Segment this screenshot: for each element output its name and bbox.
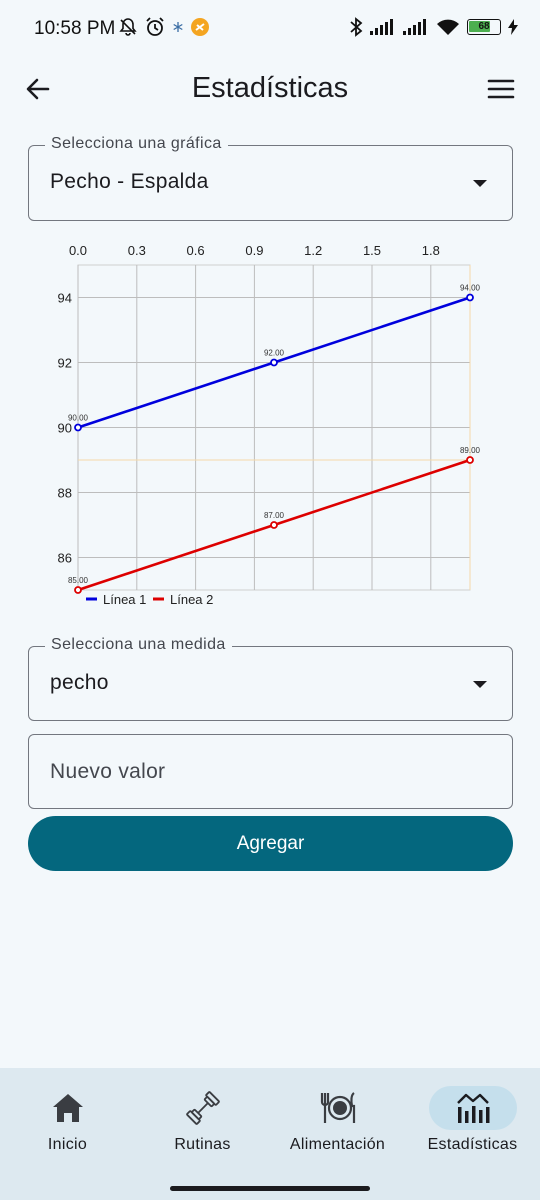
battery-icon: 68 — [467, 19, 501, 35]
x-tick-label: 0.3 — [128, 243, 146, 258]
status-left-icons — [118, 16, 210, 38]
data-label: 89.00 — [460, 446, 481, 455]
menu-button[interactable] — [486, 76, 516, 102]
alarm-icon — [146, 17, 164, 36]
home-indicator[interactable] — [170, 1186, 370, 1191]
data-label: 92.00 — [264, 349, 285, 358]
nav-item-estadisticas[interactable]: Estadísticas — [405, 1068, 540, 1168]
y-tick-label: 92 — [58, 356, 72, 371]
app-bar: Estadísticas — [0, 60, 540, 120]
nav-label-alimentacion: Alimentación — [289, 1136, 386, 1153]
nav-item-inicio[interactable]: Inicio — [0, 1068, 135, 1168]
nav-label-rutinas: Rutinas — [174, 1136, 231, 1153]
charging-icon — [508, 19, 518, 35]
stats-icon — [428, 1086, 517, 1130]
data-point — [270, 358, 278, 367]
x-tick-label: 1.5 — [363, 243, 381, 258]
plate-icon — [294, 1086, 382, 1130]
app-badge-icon — [191, 18, 209, 36]
y-tick-label: 86 — [58, 551, 72, 566]
status-right-icons: 68 — [349, 16, 518, 38]
nav-item-alimentacion[interactable]: Alimentación — [270, 1068, 405, 1168]
wifi-icon — [437, 19, 459, 35]
chart-select[interactable]: Selecciona una gráfica Pecho - Espalda — [28, 135, 513, 221]
y-tick-label: 94 — [58, 291, 72, 306]
x-tick-label: 0.9 — [245, 243, 263, 258]
x-tick-label: 1.8 — [422, 243, 440, 258]
data-point — [74, 423, 82, 432]
bluetooth-icon — [350, 17, 363, 37]
y-tick-label: 88 — [58, 486, 72, 501]
bottom-navigation: Inicio Rutinas Alimentación Estadísticas — [0, 1068, 540, 1200]
data-label: 90.00 — [68, 414, 89, 423]
data-point — [74, 586, 82, 594]
line-chart: 0.0 0.3 0.6 0.9 1.2 1.5 1.8 86 88 90 92 94 90.00 92.0… — [58, 243, 481, 607]
data-point — [270, 521, 278, 529]
battery-level: 68 — [478, 21, 490, 32]
data-label: 87.00 — [264, 511, 285, 520]
bell-off-icon — [119, 18, 137, 36]
hamburger-icon — [487, 79, 515, 99]
new-value-input[interactable] — [29, 735, 512, 808]
chart-select-label: Selecciona una gráfica — [45, 135, 228, 153]
snowflake-icon — [173, 22, 183, 32]
add-button[interactable]: Agregar — [28, 816, 513, 871]
new-value-field[interactable] — [28, 734, 513, 809]
home-icon — [24, 1086, 112, 1130]
nav-item-rutinas[interactable]: Rutinas — [135, 1068, 270, 1168]
nav-label-estadisticas: Estadísticas — [427, 1136, 518, 1153]
status-time: 10:58 PM — [34, 18, 116, 39]
x-tick-label: 0.6 — [187, 243, 205, 258]
y-tick-label: 90 — [58, 421, 72, 436]
nav-label-inicio: Inicio — [47, 1136, 88, 1153]
legend-label: Línea 2 — [170, 592, 213, 607]
dropdown-arrow-icon[interactable] — [473, 681, 487, 688]
x-tick-label: 1.2 — [304, 243, 322, 258]
signal-icon-2 — [403, 19, 426, 35]
dumbbell-icon — [159, 1086, 247, 1130]
signal-icon — [370, 19, 393, 35]
measure-select-value: pecho — [50, 671, 109, 694]
chart-select-value: Pecho - Espalda — [50, 170, 209, 193]
x-tick-label: 0.0 — [69, 243, 87, 258]
page-title: Estadísticas — [191, 72, 349, 104]
measure-select[interactable]: Selecciona una medida pecho — [28, 636, 513, 721]
data-label: 85.00 — [68, 576, 89, 585]
data-point — [466, 293, 474, 302]
measure-select-label: Selecciona una medida — [45, 636, 232, 654]
dropdown-arrow-icon[interactable] — [473, 180, 487, 187]
status-bar: 10:58 PM 68 — [0, 0, 540, 60]
data-label: 94.00 — [460, 284, 481, 293]
data-point — [466, 456, 474, 464]
legend-label: Línea 1 — [103, 592, 146, 607]
